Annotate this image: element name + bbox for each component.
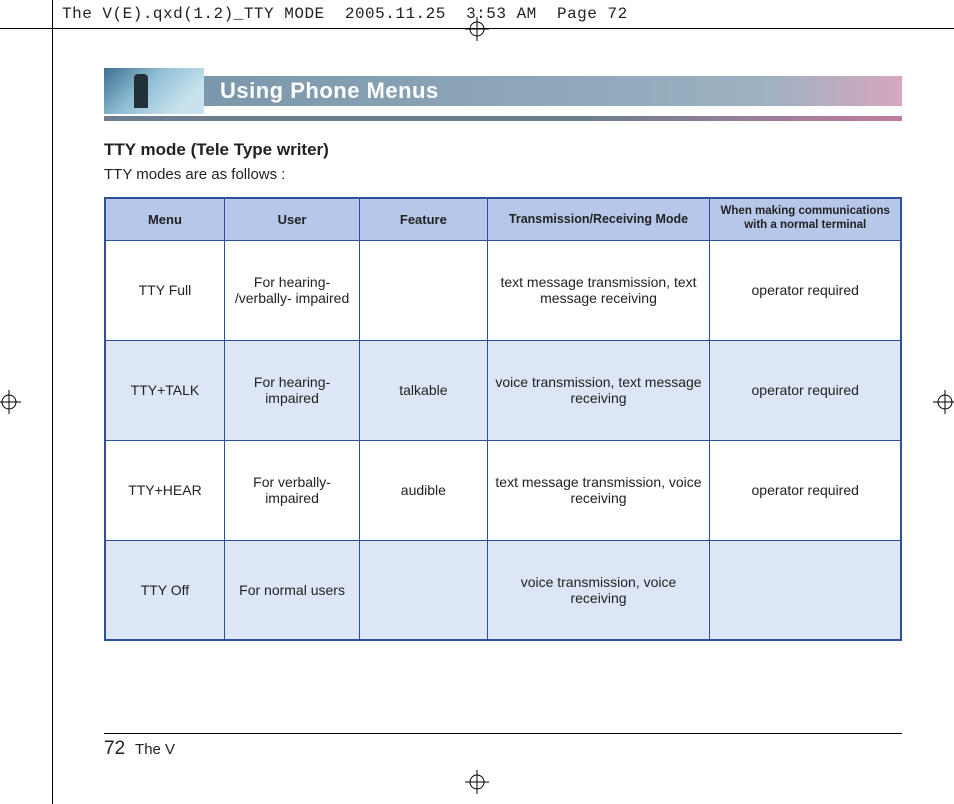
cell-menu: TTY+TALK: [105, 340, 224, 440]
footer-rule: [104, 733, 902, 734]
cell-feature: [360, 540, 487, 640]
cell-mode: text message transmission, text message …: [487, 240, 710, 340]
th-menu: Menu: [105, 198, 224, 240]
cell-feature: [360, 240, 487, 340]
cell-feature: talkable: [360, 340, 487, 440]
cell-normal: operator required: [710, 240, 901, 340]
cell-menu: TTY+HEAR: [105, 440, 224, 540]
cell-menu: TTY Off: [105, 540, 224, 640]
cell-user: For hearing- impaired: [224, 340, 359, 440]
th-mode: Transmission/Receiving Mode: [487, 198, 710, 240]
page-footer: 72 The V: [104, 738, 175, 760]
banner-title: Using Phone Menus: [220, 78, 439, 104]
th-user: User: [224, 198, 359, 240]
cell-user: For verbally- impaired: [224, 440, 359, 540]
banner-underline: [104, 116, 902, 121]
banner-bar: Using Phone Menus: [204, 76, 902, 106]
table-row: TTY Full For hearing- /verbally- impaire…: [105, 240, 901, 340]
cell-normal: [710, 540, 901, 640]
cell-normal: operator required: [710, 340, 901, 440]
doc-name: The V: [135, 741, 175, 758]
banner-photo: [104, 68, 204, 114]
cell-menu: TTY Full: [105, 240, 224, 340]
page-number: 72: [104, 738, 125, 759]
table-row: TTY Off For normal users voice transmiss…: [105, 540, 901, 640]
th-normal: When making communications with a normal…: [710, 198, 901, 240]
section-subtext: TTY modes are as follows :: [104, 166, 902, 183]
cell-normal: operator required: [710, 440, 901, 540]
table-row: TTY+TALK For hearing- impaired talkable …: [105, 340, 901, 440]
cell-mode: voice transmission, text message receivi…: [487, 340, 710, 440]
cell-feature: audible: [360, 440, 487, 540]
tty-modes-table: Menu User Feature Transmission/Receiving…: [104, 197, 902, 641]
section-title: TTY mode (Tele Type writer): [104, 140, 902, 160]
th-feature: Feature: [360, 198, 487, 240]
registration-mark-left: [0, 390, 21, 414]
cell-mode: voice transmission, voice receiving: [487, 540, 710, 640]
print-slug: The V(E).qxd(1.2)_TTY MODE 2005.11.25 3:…: [62, 5, 628, 23]
table-header-row: Menu User Feature Transmission/Receiving…: [105, 198, 901, 240]
table-row: TTY+HEAR For verbally- impaired audible …: [105, 440, 901, 540]
cell-user: For hearing- /verbally- impaired: [224, 240, 359, 340]
cell-user: For normal users: [224, 540, 359, 640]
cell-mode: text message transmission, voice receivi…: [487, 440, 710, 540]
chapter-banner: Using Phone Menus: [104, 68, 902, 124]
page-content: Using Phone Menus TTY mode (Tele Type wr…: [52, 28, 954, 804]
